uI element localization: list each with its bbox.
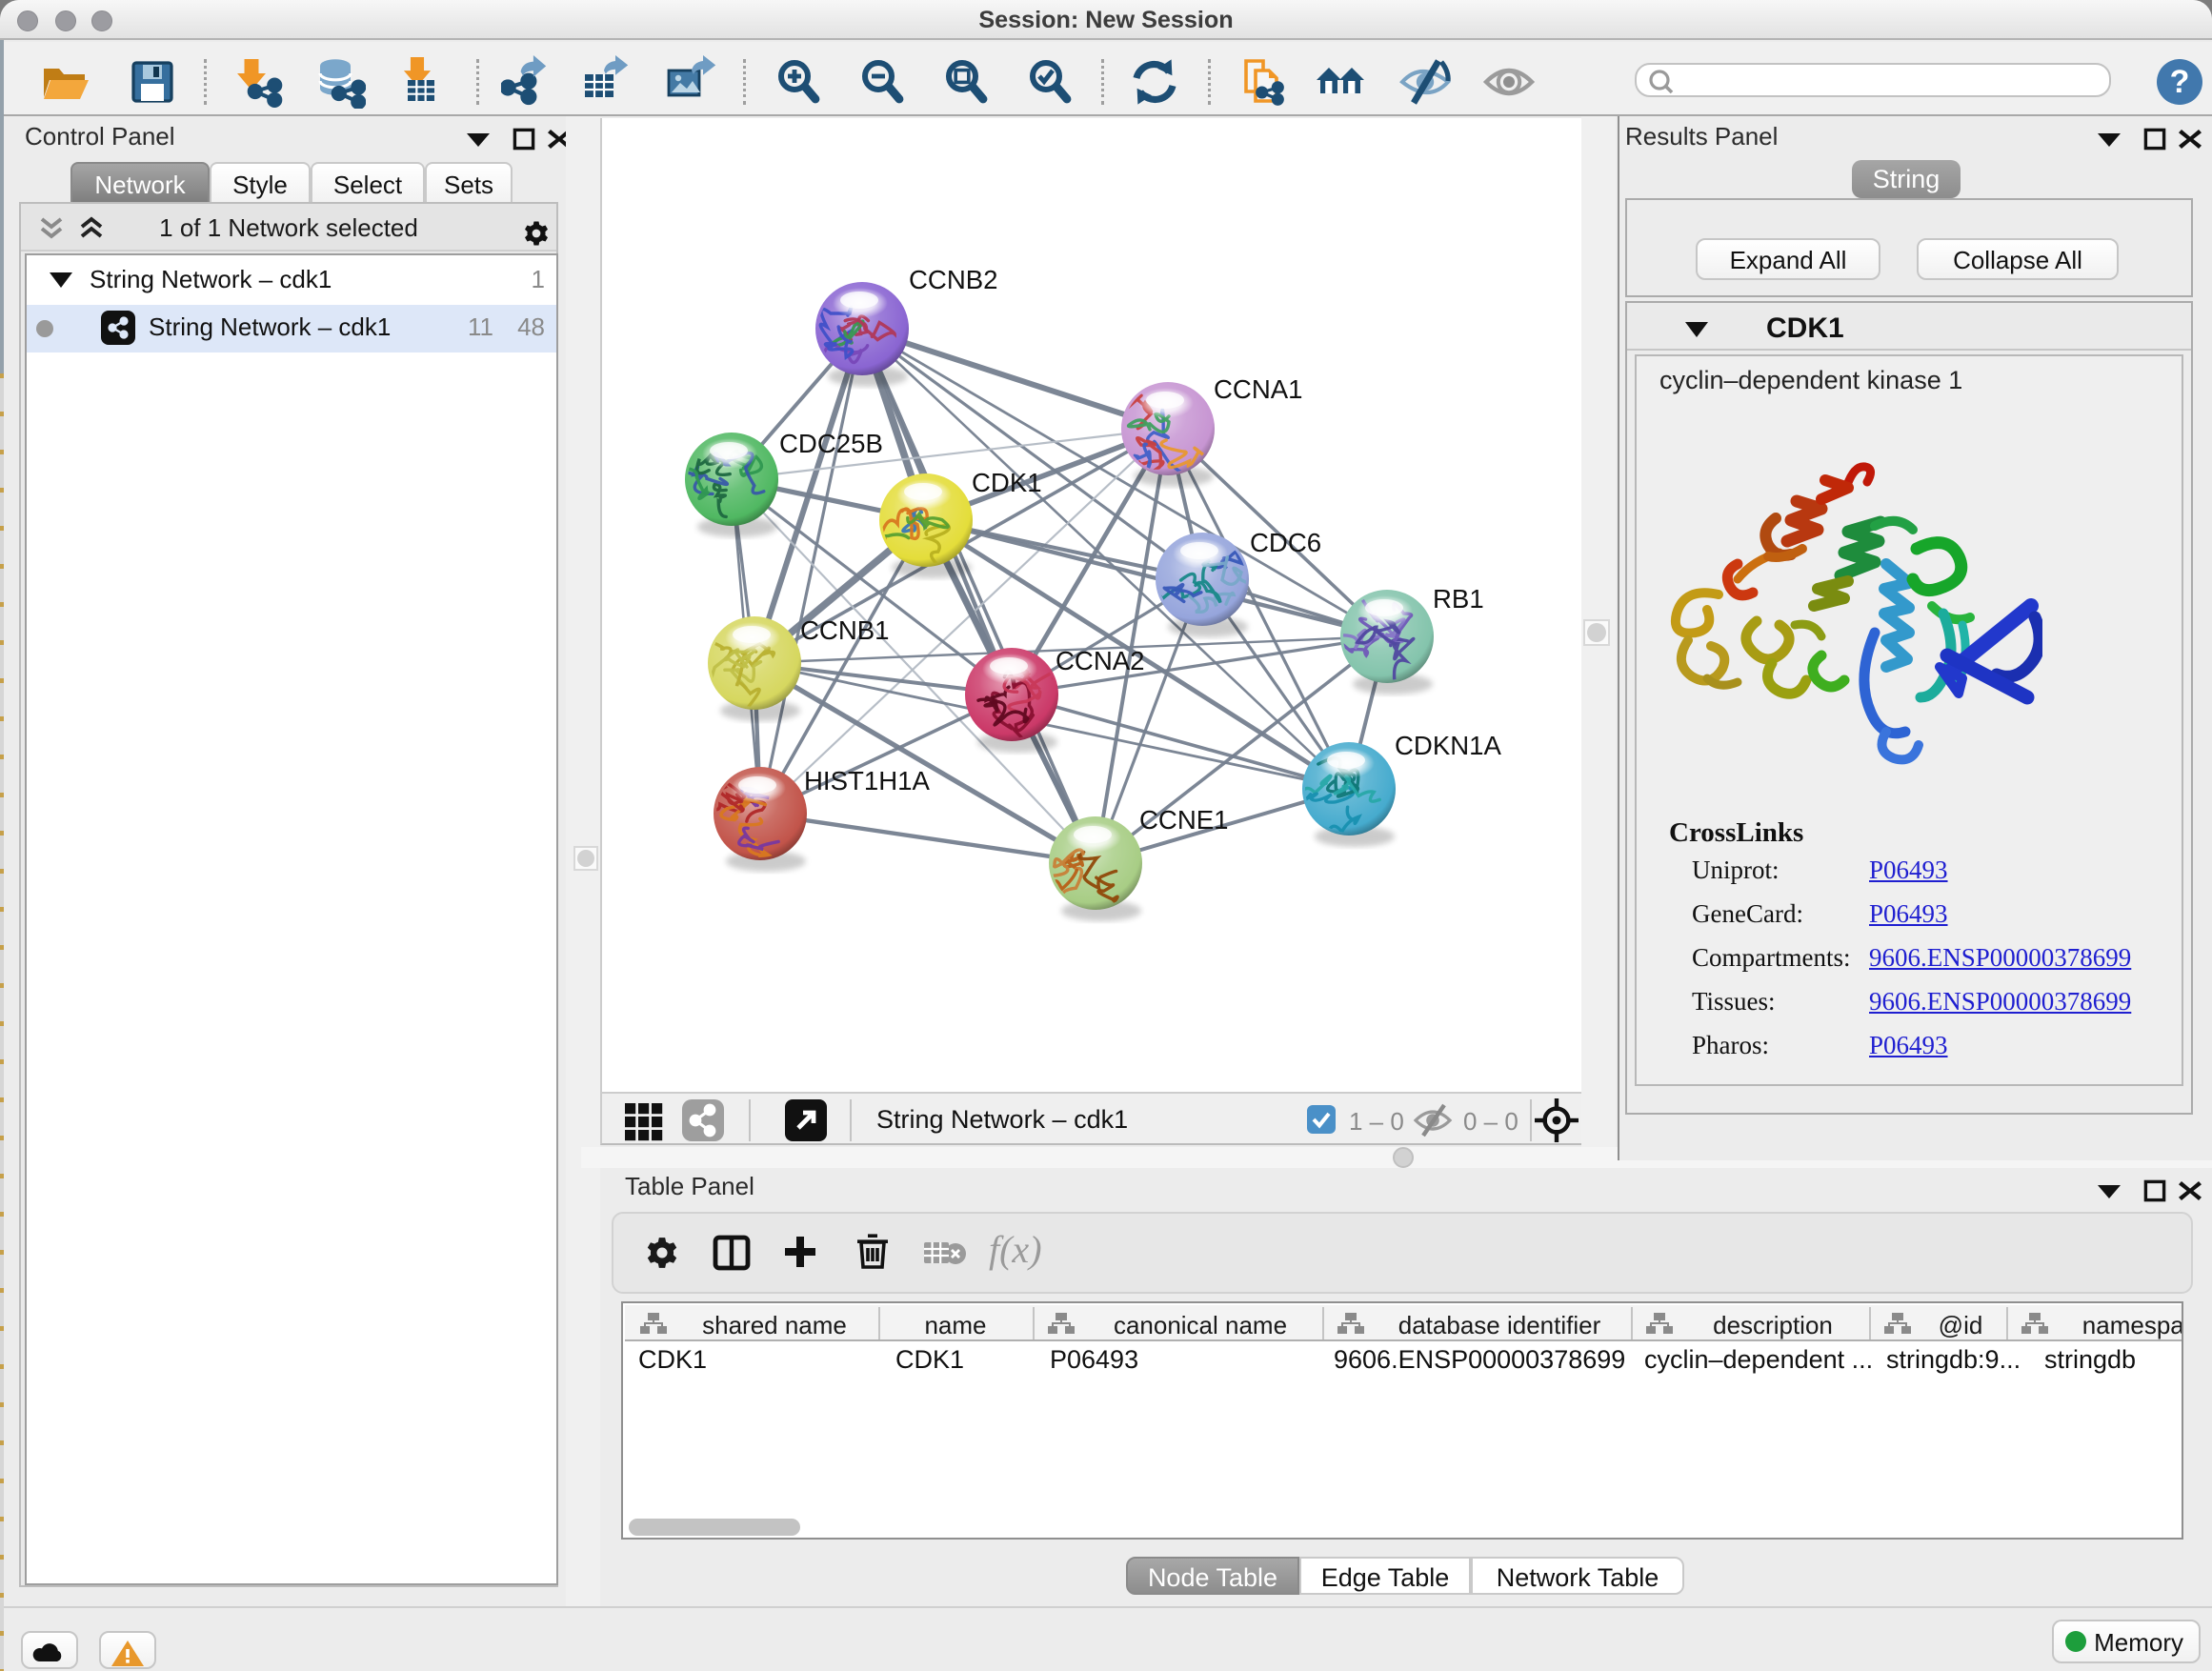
svg-text:CCNE1: CCNE1 bbox=[1139, 805, 1229, 835]
svg-text:CDC25B: CDC25B bbox=[779, 429, 883, 458]
svg-text:CCNB1: CCNB1 bbox=[800, 615, 890, 645]
svg-text:RB1: RB1 bbox=[1433, 584, 1484, 614]
svg-text:CCNA2: CCNA2 bbox=[1056, 646, 1145, 675]
svg-text:HIST1H1A: HIST1H1A bbox=[804, 766, 930, 795]
svg-text:CDKN1A: CDKN1A bbox=[1395, 731, 1502, 760]
svg-text:CCNB2: CCNB2 bbox=[909, 265, 998, 294]
svg-text:?: ? bbox=[2170, 64, 2190, 100]
svg-text:CDC6: CDC6 bbox=[1250, 528, 1321, 557]
svg-text:CCNA1: CCNA1 bbox=[1214, 374, 1303, 404]
svg-text:CDK1: CDK1 bbox=[972, 468, 1042, 497]
